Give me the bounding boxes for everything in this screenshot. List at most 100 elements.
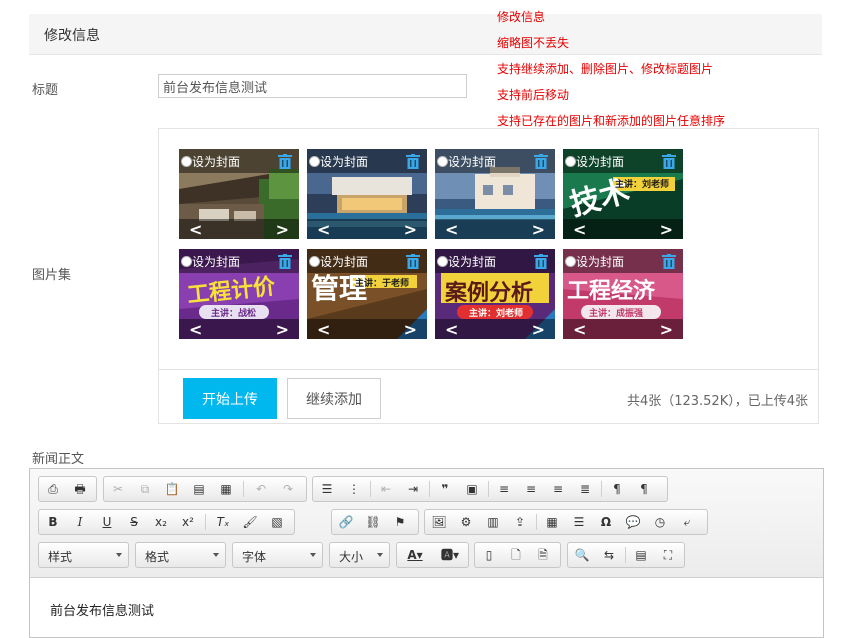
show-blocks-icon[interactable]: ▤ xyxy=(630,546,652,564)
underline-icon[interactable]: U xyxy=(96,513,118,531)
rtl-icon[interactable]: ¶ xyxy=(633,480,655,498)
cover-radio[interactable] xyxy=(309,256,320,267)
copy-icon[interactable]: ⧉ xyxy=(134,480,156,498)
cut-icon[interactable]: ✂ xyxy=(107,480,129,498)
gallery-thumb[interactable]: 设为封面 < > xyxy=(179,149,299,239)
align-center-icon[interactable]: ≡ xyxy=(520,480,542,498)
maximize-icon[interactable]: ⛶ xyxy=(657,546,679,564)
table-icon[interactable]: ▦ xyxy=(541,513,563,531)
numbered-list-icon[interactable]: ☰ xyxy=(316,480,338,498)
move-next-button[interactable]: > xyxy=(404,220,417,239)
bulleted-list-icon[interactable]: ⋮ xyxy=(343,480,365,498)
trash-icon[interactable] xyxy=(534,254,548,269)
trash-icon[interactable] xyxy=(662,154,676,169)
move-prev-button[interactable]: < xyxy=(189,220,202,239)
templates-icon[interactable]: 🗎 xyxy=(532,546,554,564)
set-cover-label[interactable]: 设为封面 xyxy=(448,253,496,270)
image-icon[interactable]: 🖼 xyxy=(428,513,450,531)
replace-icon[interactable]: ⇆ xyxy=(598,546,620,564)
move-prev-button[interactable]: < xyxy=(189,320,202,339)
move-next-button[interactable]: > xyxy=(532,220,545,239)
special-char-icon[interactable]: Ω xyxy=(595,513,617,531)
move-prev-button[interactable]: < xyxy=(317,220,330,239)
paste-text-icon[interactable]: ▤ xyxy=(188,480,210,498)
ltr-icon[interactable]: ¶ xyxy=(606,480,628,498)
gallery-thumb[interactable]: 设为封面 < > xyxy=(435,149,555,239)
div-container-icon[interactable]: ▣ xyxy=(461,480,483,498)
align-right-icon[interactable]: ≡ xyxy=(547,480,569,498)
move-next-button[interactable]: > xyxy=(532,320,545,339)
move-next-button[interactable]: > xyxy=(660,220,673,239)
strikethrough-icon[interactable]: S xyxy=(123,513,145,531)
trash-icon[interactable] xyxy=(278,154,292,169)
move-next-button[interactable]: > xyxy=(276,320,289,339)
link-icon[interactable]: 🔗 xyxy=(335,513,357,531)
move-next-button[interactable]: > xyxy=(660,320,673,339)
smiley-icon[interactable]: 💬 xyxy=(622,513,644,531)
save-icon[interactable]: ▯ xyxy=(478,546,500,564)
gallery-thumb[interactable]: 工程经济 主讲：成振强 设为封面 < > xyxy=(563,249,683,339)
set-cover-label[interactable]: 设为封面 xyxy=(320,153,368,170)
print-icon[interactable]: 🖶 xyxy=(69,480,91,498)
iframe-icon[interactable]: ◷ xyxy=(649,513,671,531)
select-all-icon[interactable]: ▧ xyxy=(266,513,288,531)
cover-radio[interactable] xyxy=(437,256,448,267)
gallery-thumb[interactable]: 技术 主讲：刘老师 设为封面 < > xyxy=(563,149,683,239)
trash-icon[interactable] xyxy=(534,154,548,169)
text-color-icon[interactable]: A▾ xyxy=(400,546,430,564)
unlink-icon[interactable]: ⛓ xyxy=(362,513,384,531)
move-prev-button[interactable]: < xyxy=(573,220,586,239)
cover-radio[interactable] xyxy=(565,256,576,267)
trash-icon[interactable] xyxy=(406,154,420,169)
move-prev-button[interactable]: < xyxy=(445,220,458,239)
find-icon[interactable]: 🔍 xyxy=(571,546,593,564)
move-next-button[interactable]: > xyxy=(276,220,289,239)
set-cover-label[interactable]: 设为封面 xyxy=(576,253,624,270)
copy-formatting-icon[interactable]: 🖌 xyxy=(239,513,261,531)
move-prev-button[interactable]: < xyxy=(317,320,330,339)
continue-add-button[interactable]: 继续添加 xyxy=(287,378,381,419)
cover-radio[interactable] xyxy=(437,156,448,167)
move-next-button[interactable]: > xyxy=(404,320,417,339)
trash-icon[interactable] xyxy=(406,254,420,269)
preview-icon[interactable]: ⎙ xyxy=(42,480,64,498)
set-cover-label[interactable]: 设为封面 xyxy=(576,153,624,170)
flash-icon[interactable]: ⚙ xyxy=(455,513,477,531)
set-cover-label[interactable]: 设为封面 xyxy=(192,153,240,170)
cover-radio[interactable] xyxy=(181,156,192,167)
blockquote-icon[interactable]: ❞ xyxy=(434,480,456,498)
move-prev-button[interactable]: < xyxy=(445,320,458,339)
gallery-thumb[interactable]: 工程计价 主讲：战松 设为封面 < > xyxy=(179,249,299,339)
paste-word-icon[interactable]: ▦ xyxy=(215,480,237,498)
title-input[interactable] xyxy=(158,74,467,98)
editor-content[interactable]: 前台发布信息测试 xyxy=(50,600,154,619)
media-icon[interactable]: ▥ xyxy=(482,513,504,531)
bg-color-icon[interactable]: 🅰▾ xyxy=(435,546,465,564)
italic-icon[interactable]: I xyxy=(69,513,91,531)
style-select[interactable]: 样式 xyxy=(38,542,129,568)
superscript-icon[interactable]: x² xyxy=(177,513,199,531)
cover-radio[interactable] xyxy=(309,156,320,167)
anchor-icon[interactable]: ⚑ xyxy=(389,513,411,531)
outdent-icon[interactable]: ⇤ xyxy=(375,480,397,498)
cover-radio[interactable] xyxy=(181,256,192,267)
undo-icon[interactable]: ↶ xyxy=(250,480,272,498)
gallery-thumb[interactable]: 案例分析 主讲：刘老师 设为封面 < > xyxy=(435,249,555,339)
trash-icon[interactable] xyxy=(662,254,676,269)
bold-icon[interactable]: B xyxy=(42,513,64,531)
redo-icon[interactable]: ↷ xyxy=(277,480,299,498)
start-upload-button[interactable]: 开始上传 xyxy=(183,378,277,419)
font-select[interactable]: 字体 xyxy=(232,542,323,568)
remove-format-icon[interactable]: Tₓ xyxy=(212,513,234,531)
subscript-icon[interactable]: x₂ xyxy=(150,513,172,531)
set-cover-label[interactable]: 设为封面 xyxy=(320,253,368,270)
set-cover-label[interactable]: 设为封面 xyxy=(192,253,240,270)
upload-image-icon[interactable]: ⇪ xyxy=(509,513,531,531)
indent-icon[interactable]: ⇥ xyxy=(402,480,424,498)
trash-icon[interactable] xyxy=(278,254,292,269)
move-prev-button[interactable]: < xyxy=(573,320,586,339)
page-break-icon[interactable]: ⤶ xyxy=(676,513,698,531)
format-select[interactable]: 格式 xyxy=(135,542,226,568)
align-left-icon[interactable]: ≡ xyxy=(493,480,515,498)
horizontal-rule-icon[interactable]: ☰ xyxy=(568,513,590,531)
